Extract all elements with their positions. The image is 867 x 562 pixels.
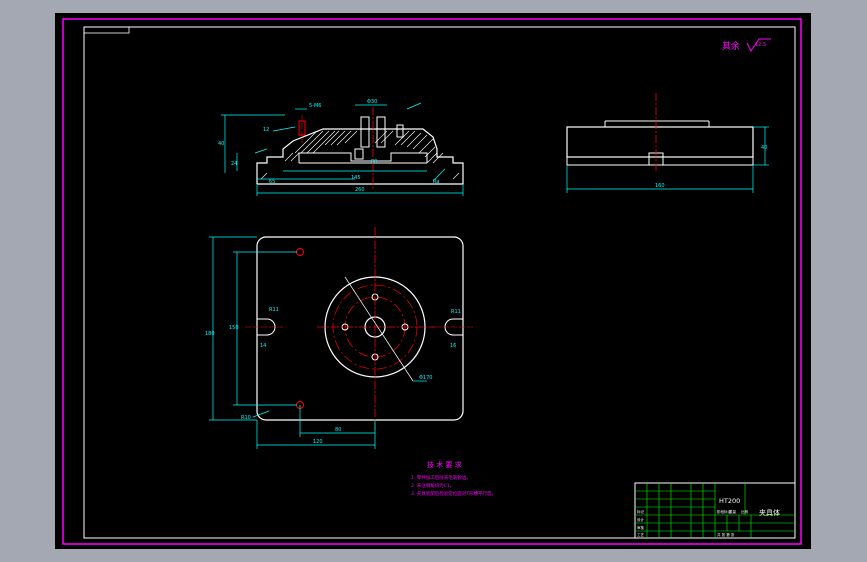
dim-front-total: 260 xyxy=(355,187,365,193)
tech-requirement-3: 3. 夹具装配后检验定位面对T形槽平行度。 xyxy=(411,490,496,497)
dim-plan-bottom-left: 120 xyxy=(313,439,323,445)
title-block-material: HT200 xyxy=(719,497,740,505)
dim-front-bottom1: 65 xyxy=(269,179,275,185)
dim-slot-right: R11 xyxy=(451,309,461,315)
bottom-pocket xyxy=(354,148,364,160)
dim-front-top-mid: Φ30 xyxy=(367,99,377,105)
title-block: HT200 夹具体 标记 设计 审核 工艺 阶段标记 重量 比例 共 张 第 张 xyxy=(634,482,796,539)
title-scale-label-3: 比例 xyxy=(741,509,749,514)
dim-side-height: 40 xyxy=(761,145,767,151)
front-section-view: 5-M6 Φ30 40 24 12 65 145 260 80 Ra xyxy=(218,99,464,196)
side-view: 160 40 xyxy=(566,93,769,193)
dim-front-left3: 12 xyxy=(263,127,269,133)
dim-plan-circle: Φ170 xyxy=(419,375,432,381)
center-bore-left xyxy=(360,116,370,148)
tech-requirements-title: 技 术 要 求 xyxy=(427,460,462,469)
title-row-label-2: 设计 xyxy=(637,517,645,522)
dim-plan-height: 180 xyxy=(205,331,215,337)
dim-hole-w: 16 xyxy=(450,343,456,349)
side-dimensions xyxy=(566,126,769,193)
title-row-label-3: 审核 xyxy=(637,525,645,530)
dim-plan-corner: R10 xyxy=(241,415,251,421)
bolt-hole-top-left xyxy=(296,248,304,256)
center-bore-right xyxy=(376,116,386,148)
roughness-note: 其余 12.5 xyxy=(722,38,771,52)
dim-slot-w: 14 xyxy=(260,343,266,349)
plan-view: 180 150 R11 R11 14 16 Φ170 80 120 R10 xyxy=(205,227,475,449)
title-row-label-4: 工艺 xyxy=(637,532,645,537)
title-block-drawing-name: 夹具体 xyxy=(759,508,780,517)
title-sheet-label: 共 张 第 张 xyxy=(717,532,735,537)
dim-plan-height-inner: 150 xyxy=(229,325,239,331)
dim-front-left2: 24 xyxy=(231,161,237,167)
dim-slot-left: R11 xyxy=(269,307,279,313)
engineering-drawing: 其余 12.5 5-M6 Φ30 40 24 12 65 145 260 80 … xyxy=(62,18,802,545)
tech-requirement-1: 1. 零件加工后除去毛刺锐边。 xyxy=(411,474,471,481)
roughness-note-text: 其余 xyxy=(722,40,740,52)
cad-viewport[interactable]: 其余 12.5 5-M6 Φ30 40 24 12 65 145 260 80 … xyxy=(55,13,811,549)
section-hatching xyxy=(260,130,460,180)
title-row-label-1: 标记 xyxy=(637,509,645,514)
dim-front-ra: Ra xyxy=(433,179,439,185)
tapped-hole-right xyxy=(396,124,404,138)
dim-plan-bottom-mid: 80 xyxy=(335,427,341,433)
drawing-number-box xyxy=(83,26,130,34)
dim-side-width: 160 xyxy=(655,183,665,189)
dim-front-left: 40 xyxy=(218,141,224,147)
dim-front-inner: 80 xyxy=(371,159,377,165)
title-scale-label-2: 重量 xyxy=(729,509,737,514)
plan-outline xyxy=(256,236,464,421)
dim-front-top-small: 5-M6 xyxy=(309,103,321,109)
dim-front-bottom2: 145 xyxy=(351,175,361,181)
technical-requirements: 技 术 要 求 1. 零件加工后除去毛刺锐边。 2. 未注倒角均为C1。 3. … xyxy=(411,460,496,497)
tech-requirement-2: 2. 未注倒角均为C1。 xyxy=(411,482,454,489)
roughness-value-text: 12.5 xyxy=(755,42,766,48)
